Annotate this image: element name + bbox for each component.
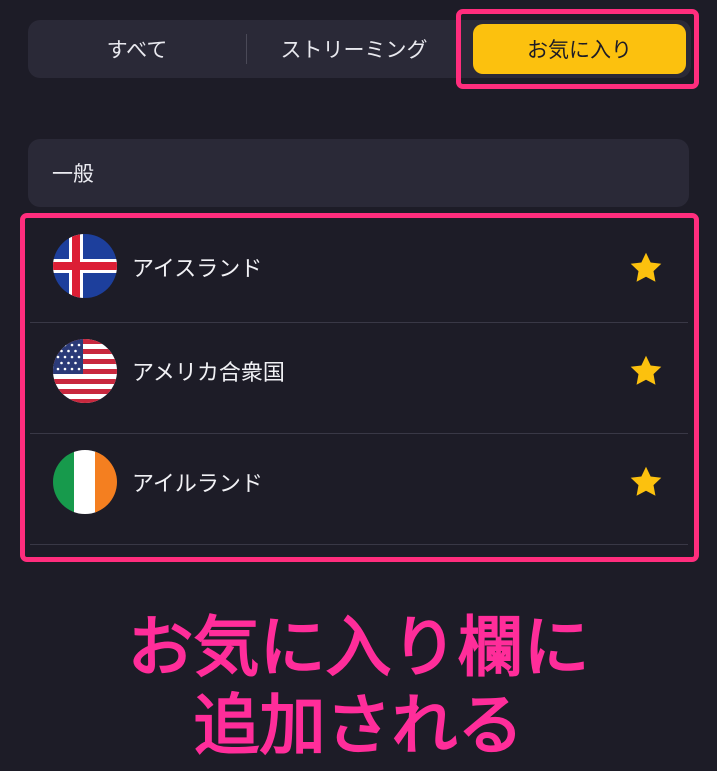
tab-all[interactable]: すべて <box>28 20 246 78</box>
highlight-box-favorites-list <box>20 213 699 562</box>
caption-line-1: お気に入り欄に <box>127 609 590 686</box>
highlight-box-favorites-tab <box>456 9 699 89</box>
section-title: 一般 <box>52 162 94 186</box>
caption-line-2: 追加される <box>193 687 524 764</box>
section-header-general: 一般 <box>28 139 689 207</box>
tab-streaming[interactable]: ストリーミング <box>246 20 462 78</box>
